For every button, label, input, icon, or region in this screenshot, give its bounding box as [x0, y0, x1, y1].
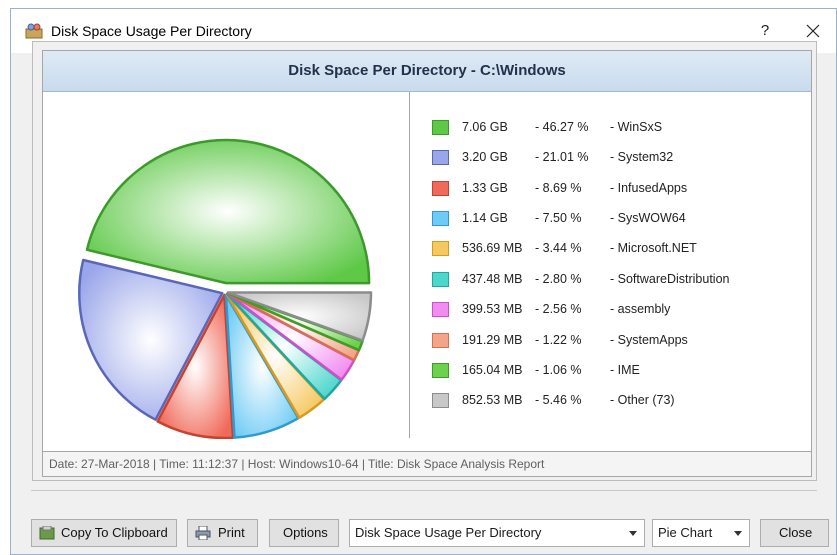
- legend-size: 852.53 MB: [462, 393, 523, 407]
- legend-item: 1.33 GB - 8.69 % - InfusedApps: [410, 179, 811, 201]
- report-select[interactable]: Disk Space Usage Per Directory: [349, 519, 645, 547]
- legend-name: - InfusedApps: [610, 181, 688, 195]
- legend-percent: - 1.22 %: [535, 333, 582, 347]
- pie-slice-winsxs: [85, 138, 371, 285]
- legend-item: 399.53 MB - 2.56 % - assembly: [410, 300, 811, 322]
- legend-swatch: [432, 181, 449, 196]
- legend-swatch: [432, 120, 449, 135]
- legend-name: - System32: [610, 150, 674, 164]
- copy-to-clipboard-label: Copy To Clipboard: [61, 525, 168, 540]
- chevron-down-icon: [629, 531, 637, 536]
- legend-item: 165.04 MB - 1.06 % - IME: [410, 361, 811, 383]
- legend-swatch: [432, 393, 449, 408]
- window-title: Disk Space Usage Per Directory: [51, 23, 252, 39]
- dialog-window: Disk Space Usage Per Directory ? Disk Sp…: [10, 8, 837, 555]
- legend-item: 536.69 MB - 3.44 % - Microsoft.NET: [410, 239, 811, 261]
- chart-type-select[interactable]: Pie Chart: [652, 519, 750, 547]
- legend-name: - IME: [610, 363, 640, 377]
- close-button[interactable]: Close: [760, 519, 829, 547]
- legend-size: 165.04 MB: [462, 363, 523, 377]
- legend-swatch: [432, 150, 449, 165]
- legend-percent: - 46.27 %: [535, 120, 589, 134]
- legend-percent: - 3.44 %: [535, 241, 582, 255]
- legend-percent: - 8.69 %: [535, 181, 582, 195]
- legend-swatch: [432, 363, 449, 378]
- close-icon[interactable]: [801, 19, 825, 43]
- pie-chart: [78, 138, 373, 440]
- print-button[interactable]: Print: [187, 519, 258, 547]
- legend-name: - Other (73): [610, 393, 675, 407]
- chevron-down-icon: [734, 531, 742, 536]
- separator: [31, 490, 817, 491]
- legend-swatch: [432, 241, 449, 256]
- clipboard-icon: [39, 526, 55, 540]
- legend-size: 1.33 GB: [462, 181, 508, 195]
- legend-name: - assembly: [610, 302, 671, 316]
- legend-size: 1.14 GB: [462, 211, 508, 225]
- legend-percent: - 2.80 %: [535, 272, 582, 286]
- help-button[interactable]: ?: [755, 20, 775, 42]
- pie-chart-area: [43, 92, 409, 440]
- report-footer: Date: 27-Mar-2018 | Time: 11:12:37 | Hos…: [43, 451, 811, 476]
- legend-item: 7.06 GB - 46.27 % - WinSxS: [410, 118, 811, 140]
- report-select-value: Disk Space Usage Per Directory: [355, 525, 542, 540]
- legend-percent: - 7.50 %: [535, 211, 582, 225]
- legend-item: 852.53 MB - 5.46 % - Other (73): [410, 391, 811, 413]
- legend-size: 437.48 MB: [462, 272, 523, 286]
- chart-legend: 7.06 GB - 46.27 % - WinSxS 3.20 GB - 21.…: [410, 92, 811, 438]
- legend-swatch: [432, 302, 449, 317]
- legend-item: 1.14 GB - 7.50 % - SysWOW64: [410, 209, 811, 231]
- legend-size: 399.53 MB: [462, 302, 523, 316]
- legend-name: - SystemApps: [610, 333, 688, 347]
- legend-size: 191.29 MB: [462, 333, 523, 347]
- legend-percent: - 21.01 %: [535, 150, 589, 164]
- legend-item: 437.48 MB - 2.80 % - SoftwareDistributio…: [410, 270, 811, 292]
- legend-swatch: [432, 272, 449, 287]
- report-title: Disk Space Per Directory - C:\Windows: [43, 51, 811, 92]
- options-button[interactable]: Options: [269, 519, 339, 547]
- chart-type-value: Pie Chart: [658, 525, 713, 540]
- legend-size: 536.69 MB: [462, 241, 523, 255]
- legend-name: - SoftwareDistribution: [610, 272, 730, 286]
- app-icon: [25, 23, 43, 39]
- legend-percent: - 2.56 %: [535, 302, 582, 316]
- close-label: Close: [779, 525, 813, 540]
- copy-to-clipboard-button[interactable]: Copy To Clipboard: [31, 519, 177, 547]
- legend-item: 191.29 MB - 1.22 % - SystemApps: [410, 331, 811, 353]
- legend-swatch: [432, 333, 449, 348]
- legend-name: - WinSxS: [610, 120, 663, 134]
- report-view: Disk Space Per Directory - C:\Windows 7.…: [42, 50, 812, 477]
- legend-size: 7.06 GB: [462, 120, 508, 134]
- legend-percent: - 5.46 %: [535, 393, 582, 407]
- legend-name: - SysWOW64: [610, 211, 686, 225]
- legend-size: 3.20 GB: [462, 150, 508, 164]
- print-label: Print: [218, 525, 245, 540]
- legend-swatch: [432, 211, 449, 226]
- legend-name: - Microsoft.NET: [610, 241, 697, 255]
- options-label: Options: [283, 525, 328, 540]
- legend-percent: - 1.06 %: [535, 363, 582, 377]
- printer-icon: [195, 526, 211, 540]
- legend-item: 3.20 GB - 21.01 % - System32: [410, 148, 811, 170]
